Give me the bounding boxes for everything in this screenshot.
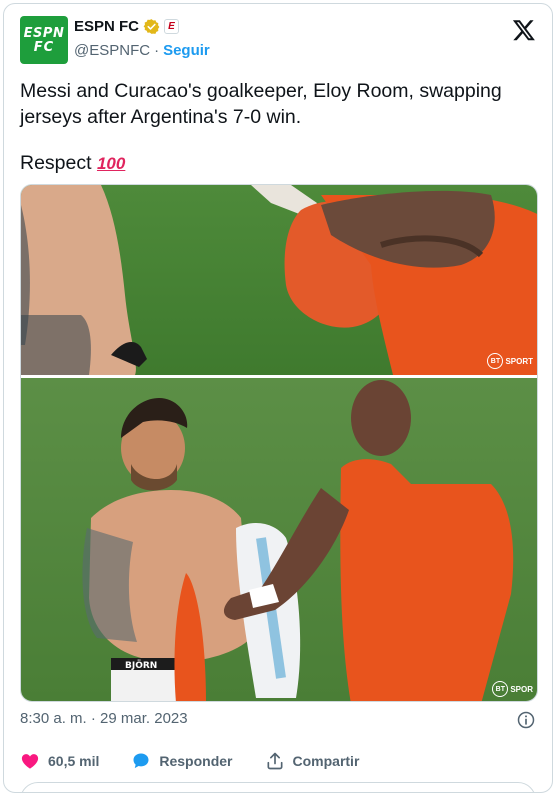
name-row: ESPN FC E bbox=[74, 18, 180, 35]
like-button[interactable]: 60,5 mil bbox=[20, 751, 99, 771]
hundred-points-emoji: 100 bbox=[96, 154, 126, 173]
tweet-text-line2: Respect 100 bbox=[20, 150, 536, 177]
bt-sport-watermark-bottom: BT SPOR bbox=[492, 681, 533, 697]
handle-row: @ESPNFC · Seguir bbox=[74, 42, 210, 59]
share-upload-icon bbox=[267, 752, 282, 770]
watermark-text-bottom: SPOR bbox=[510, 684, 533, 694]
x-logo-icon[interactable] bbox=[512, 18, 536, 42]
avatar[interactable]: ESPN FC bbox=[20, 16, 68, 64]
top-image-drawing bbox=[21, 185, 537, 375]
heart-icon bbox=[21, 754, 39, 769]
avatar-line2: FC bbox=[33, 39, 55, 55]
meta-row: 8:30 a. m. · 29 mar. 2023 bbox=[20, 710, 536, 730]
read-replies-button[interactable] bbox=[20, 782, 536, 792]
tweet-text-respect: Respect bbox=[20, 152, 92, 174]
tweet-text-line1: Messi and Curacao's goalkeeper, Eloy Roo… bbox=[20, 80, 502, 128]
reply-button[interactable]: Responder bbox=[131, 751, 233, 771]
reply-label: Responder bbox=[159, 753, 233, 769]
tweet-media[interactable]: BT SPORT BJÖRN BT SPOR bbox=[20, 184, 538, 702]
separator: · bbox=[154, 42, 160, 59]
share-button[interactable]: Compartir bbox=[265, 751, 360, 771]
like-count: 60,5 mil bbox=[48, 753, 100, 769]
verified-check-icon bbox=[143, 19, 160, 34]
tweet-text: Messi and Curacao's goalkeeper, Eloy Roo… bbox=[20, 78, 536, 177]
avatar-line1: ESPN bbox=[23, 25, 65, 41]
bt-badge-bottom: BT bbox=[492, 681, 509, 697]
share-label: Compartir bbox=[292, 753, 360, 769]
info-icon[interactable] bbox=[516, 710, 536, 730]
handle[interactable]: @ESPNFC bbox=[74, 42, 150, 59]
display-name[interactable]: ESPN FC bbox=[74, 18, 139, 35]
tweet-card: ESPN FC ESPN FC E @ESPNFC · Seguir Messi… bbox=[3, 3, 553, 793]
bt-badge-top: BT bbox=[487, 353, 504, 369]
speech-bubble-icon bbox=[133, 753, 149, 769]
action-bar: 60,5 mil Responder Compartir bbox=[20, 746, 536, 776]
media-image-bottom[interactable]: BJÖRN BT SPOR bbox=[21, 378, 537, 701]
bt-sport-watermark-top: BT SPORT bbox=[487, 353, 533, 369]
media-image-top[interactable]: BT SPORT bbox=[21, 185, 537, 375]
affiliate-badge[interactable]: E bbox=[164, 19, 180, 34]
tweet-header: ESPN FC ESPN FC E @ESPNFC · Seguir bbox=[20, 16, 536, 64]
follow-button[interactable]: Seguir bbox=[163, 42, 210, 59]
waistband-text: BJÖRN bbox=[125, 660, 157, 671]
watermark-text-top: SPORT bbox=[505, 356, 533, 366]
timestamp[interactable]: 8:30 a. m. · 29 mar. 2023 bbox=[20, 710, 188, 727]
bottom-image-drawing: BJÖRN bbox=[21, 378, 537, 701]
